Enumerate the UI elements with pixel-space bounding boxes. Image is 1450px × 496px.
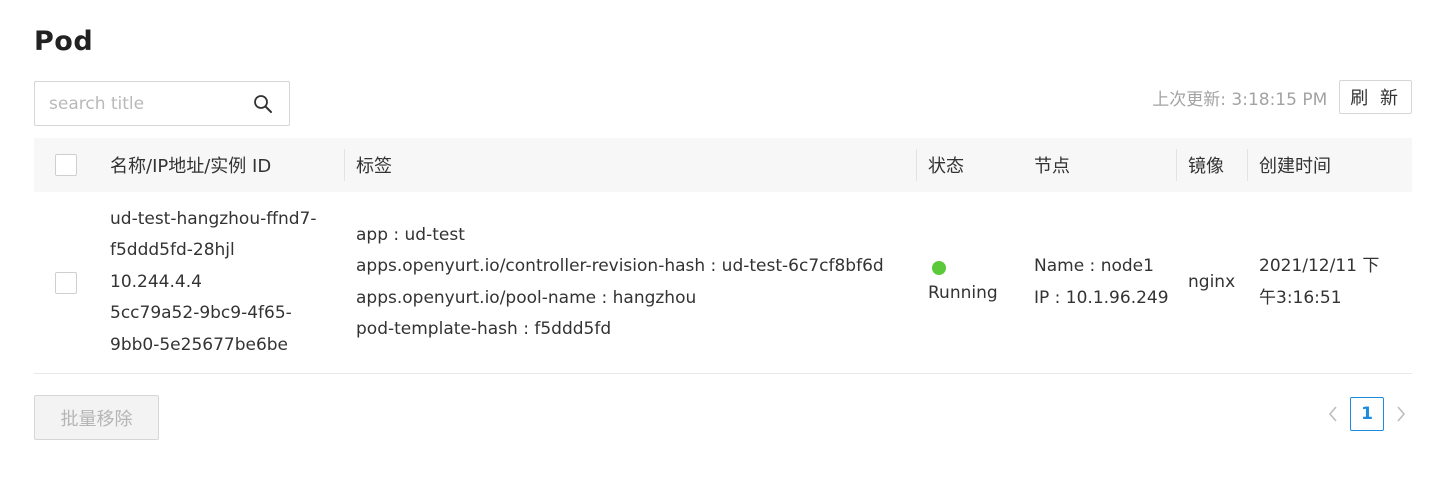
page-title: Pod — [34, 26, 94, 57]
page-number-current[interactable]: 1 — [1350, 397, 1384, 431]
node-cell: Name : node1 IP : 10.1.96.249 — [1022, 251, 1176, 314]
created-time-line: 2021/12/11 下 — [1259, 256, 1380, 276]
tag-item: app : ud-test — [356, 224, 465, 245]
column-header-tags[interactable]: 标签 — [344, 138, 916, 192]
tag-item: apps.openyurt.io/controller-revision-has… — [356, 256, 884, 276]
created-time-cell: 2021/12/11 下 午3:16:51 — [1247, 251, 1412, 314]
search-icon[interactable] — [253, 94, 273, 114]
pod-table: 名称/IP地址/实例 ID 标签 状态 节点 镜像 创建时间 ud-test-h… — [34, 138, 1412, 374]
pod-name-line: ud-test-hangzhou-ffnd7- — [110, 208, 317, 229]
column-header-node[interactable]: 节点 — [1022, 138, 1176, 192]
chevron-left-icon[interactable] — [1322, 397, 1344, 431]
pod-ip: 10.244.4.4 — [110, 271, 202, 292]
table-row: ud-test-hangzhou-ffnd7- f5ddd5fd-28hjl 1… — [34, 192, 1412, 374]
pagination: 1 — [1322, 397, 1412, 431]
pod-name-line: f5ddd5fd-28hjl — [110, 240, 235, 261]
table-header: 名称/IP地址/实例 ID 标签 状态 节点 镜像 创建时间 — [34, 138, 1412, 192]
image-cell: nginx — [1188, 271, 1236, 292]
node-name: Name : node1 — [1034, 256, 1154, 276]
batch-remove-button[interactable]: 批量移除 — [34, 395, 159, 440]
search-input[interactable] — [49, 92, 239, 116]
header-checkbox-cell — [34, 138, 110, 192]
last-updated-text: 上次更新: 3:18:15 PM — [1152, 89, 1328, 110]
column-header-tags-label: 标签 — [356, 156, 392, 177]
column-header-node-label: 节点 — [1034, 156, 1070, 177]
column-header-status[interactable]: 状态 — [916, 138, 1022, 192]
pod-name-cell: ud-test-hangzhou-ffnd7- f5ddd5fd-28hjl 1… — [110, 204, 344, 362]
row-checkbox-cell — [34, 271, 110, 294]
column-header-image-label: 镜像 — [1188, 156, 1224, 177]
column-divider — [916, 149, 917, 181]
status-text: Running — [928, 283, 998, 304]
table-body: ud-test-hangzhou-ffnd7- f5ddd5fd-28hjl 1… — [34, 192, 1412, 374]
chevron-right-icon[interactable] — [1390, 397, 1412, 431]
created-time-line: 午3:16:51 — [1259, 287, 1342, 308]
update-toolbar: 上次更新: 3:18:15 PM 刷 新 — [1152, 80, 1412, 114]
tag-item: apps.openyurt.io/pool-name : hangzhou — [356, 287, 697, 308]
refresh-button[interactable]: 刷 新 — [1339, 80, 1412, 114]
status-dot-icon — [932, 261, 946, 276]
column-divider — [1247, 149, 1248, 181]
column-divider — [344, 149, 345, 181]
status-cell: Running — [916, 255, 1022, 310]
instance-id-line: 9bb0-5e25677be6be — [110, 334, 289, 355]
search-box — [34, 81, 290, 126]
tag-item: pod-template-hash : f5ddd5fd — [356, 319, 612, 339]
column-header-created[interactable]: 创建时间 — [1247, 138, 1412, 192]
row-checkbox[interactable] — [55, 271, 77, 294]
select-all-checkbox[interactable] — [55, 154, 77, 176]
column-header-name[interactable]: 名称/IP地址/实例 ID — [110, 138, 344, 192]
node-ip: IP : 10.1.96.249 — [1034, 287, 1169, 308]
tags-cell: app : ud-test apps.openyurt.io/controlle… — [344, 220, 916, 346]
instance-id-line: 5cc79a52-9bc9-4f65- — [110, 303, 292, 324]
column-header-status-label: 状态 — [928, 156, 964, 177]
column-header-created-label: 创建时间 — [1259, 156, 1331, 177]
column-divider — [1176, 149, 1177, 181]
column-header-image[interactable]: 镜像 — [1176, 138, 1247, 192]
